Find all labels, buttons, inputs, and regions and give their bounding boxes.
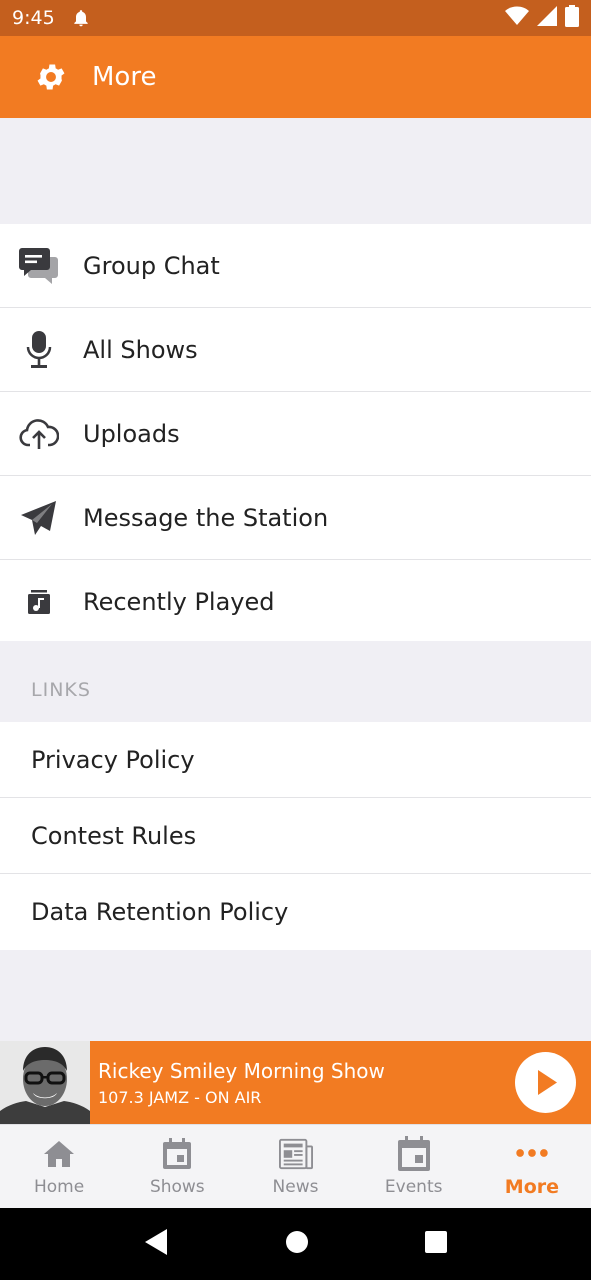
system-nav-bar <box>0 1208 591 1280</box>
menu-item-recently-played[interactable]: Recently Played <box>0 560 591 644</box>
links-header-label: LINKS <box>31 679 91 701</box>
bottom-tab-bar: Home Shows News Events More <box>0 1124 591 1208</box>
menu-item-label: All Shows <box>83 335 198 364</box>
music-note-icon <box>19 582 59 622</box>
tab-label: More <box>504 1175 560 1198</box>
recents-icon[interactable] <box>424 1231 447 1257</box>
gear-icon <box>34 60 68 94</box>
signal-icon <box>537 6 557 30</box>
menu-item-label: Recently Played <box>83 588 275 616</box>
show-artwork <box>0 1041 90 1124</box>
link-data-retention-policy[interactable]: Data Retention Policy <box>0 874 591 950</box>
now-playing-show: Rickey Smiley Morning Show <box>98 1059 385 1083</box>
status-bar: 9:45 <box>0 0 591 36</box>
microphone-icon <box>19 330 59 370</box>
links-section-header: LINKS <box>0 641 591 722</box>
now-playing-bar[interactable]: Rickey Smiley Morning Show 107.3 JAMZ - … <box>0 1041 591 1124</box>
tab-home[interactable]: Home <box>0 1125 118 1208</box>
newspaper-icon <box>278 1137 313 1171</box>
calendar-icon <box>160 1137 194 1171</box>
menu-item-label: Group Chat <box>83 251 220 280</box>
tab-news[interactable]: News <box>236 1125 354 1208</box>
notification-bell-icon <box>71 8 91 28</box>
menu-item-all-shows[interactable]: All Shows <box>0 308 591 392</box>
page-title: More <box>92 62 157 92</box>
menu-list: Group Chat All Shows Uploads Message the… <box>0 224 591 644</box>
tab-label: Events <box>384 1176 443 1197</box>
link-contest-rules[interactable]: Contest Rules <box>0 798 591 874</box>
paper-plane-icon <box>19 498 59 538</box>
tab-shows[interactable]: Shows <box>118 1125 236 1208</box>
tab-more[interactable]: More <box>473 1125 591 1208</box>
menu-item-uploads[interactable]: Uploads <box>0 392 591 476</box>
calendar-icon <box>397 1135 431 1171</box>
tab-label: Home <box>34 1176 85 1197</box>
link-label: Contest Rules <box>31 821 197 850</box>
status-time: 9:45 <box>12 7 55 29</box>
tab-events[interactable]: Events <box>355 1125 473 1208</box>
home-icon <box>42 1137 76 1171</box>
menu-item-group-chat[interactable]: Group Chat <box>0 224 591 308</box>
app-bar: More <box>0 36 591 118</box>
more-dots-icon <box>515 1136 549 1170</box>
play-icon <box>538 1070 557 1095</box>
links-list: Privacy Policy Contest Rules Data Retent… <box>0 722 591 950</box>
wifi-icon <box>505 6 529 30</box>
link-label: Data Retention Policy <box>31 898 289 926</box>
tab-label: Shows <box>149 1176 205 1197</box>
chat-icon <box>19 246 59 286</box>
menu-item-label: Message the Station <box>83 503 329 532</box>
play-button[interactable] <box>515 1052 576 1113</box>
link-privacy-policy[interactable]: Privacy Policy <box>0 722 591 798</box>
menu-item-message-station[interactable]: Message the Station <box>0 476 591 560</box>
home-circle-icon[interactable] <box>285 1230 309 1258</box>
top-spacer <box>0 118 591 224</box>
link-label: Privacy Policy <box>31 745 195 774</box>
now-playing-station: 107.3 JAMZ - ON AIR <box>98 1088 262 1107</box>
tab-label: News <box>272 1176 319 1197</box>
battery-icon <box>565 5 579 31</box>
cloud-upload-icon <box>19 414 59 454</box>
back-icon[interactable] <box>144 1229 169 1259</box>
menu-item-label: Uploads <box>83 419 180 448</box>
